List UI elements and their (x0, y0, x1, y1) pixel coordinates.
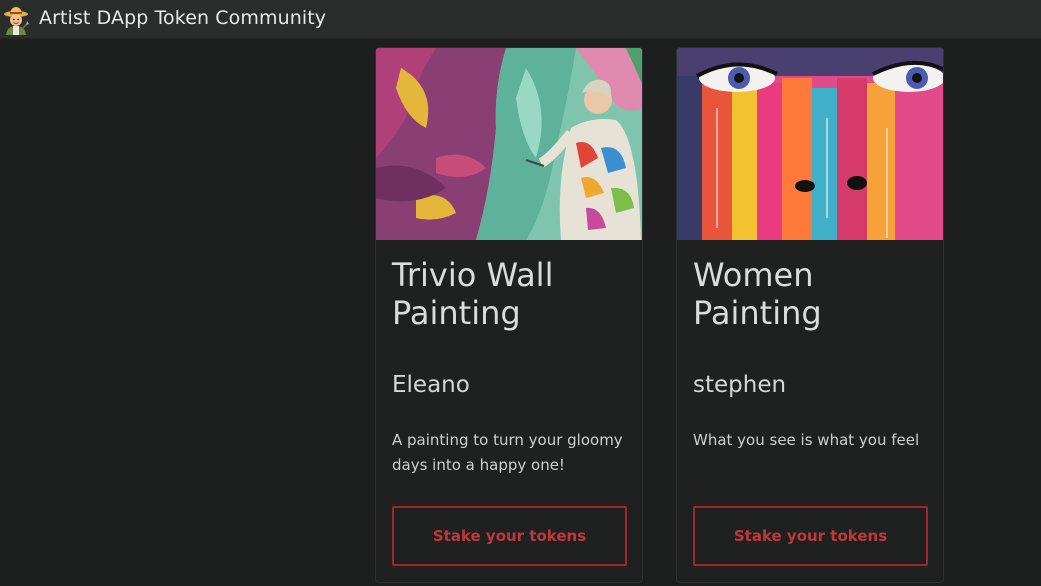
artwork-description: A painting to turn your gloomy days into… (392, 431, 623, 474)
artwork-title: Trivio Wall Painting (392, 256, 554, 332)
artwork-image (376, 48, 642, 240)
artwork-image (677, 48, 943, 240)
stake-tokens-button[interactable]: Stake your tokens (693, 506, 928, 566)
artwork-card: Women Painting stephen What you see is w… (676, 47, 944, 583)
farmer-emoji-icon (4, 7, 29, 35)
top-navbar: Artist DApp Token Community (0, 0, 1041, 39)
artwork-description: What you see is what you feel (693, 431, 920, 449)
artist-name: Eleano (392, 372, 470, 398)
artwork-title: Women Painting (693, 256, 822, 332)
stake-tokens-button[interactable]: Stake your tokens (392, 506, 627, 566)
artist-name: stephen (693, 372, 787, 398)
app-title: Artist DApp Token Community (39, 7, 327, 29)
artwork-card: Trivio Wall Painting Eleano A painting t… (375, 47, 643, 583)
